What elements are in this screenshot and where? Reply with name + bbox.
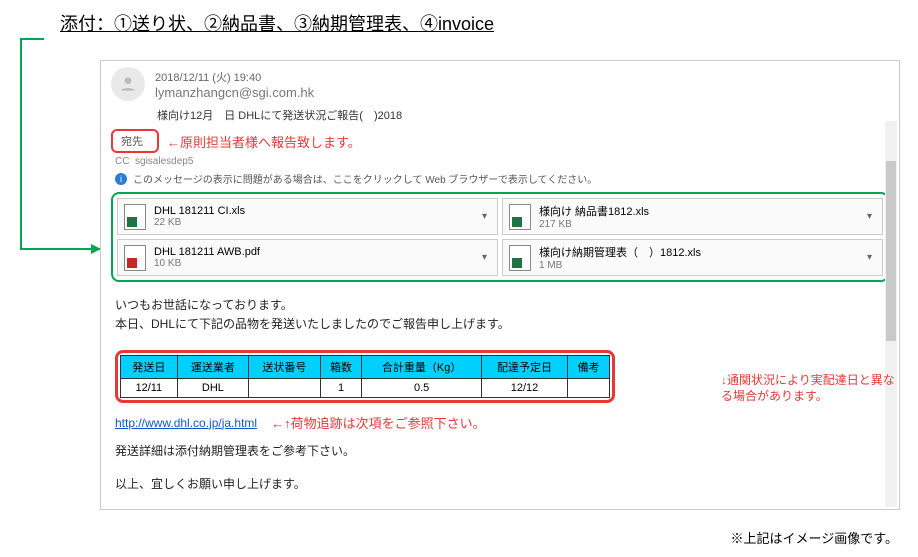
th-waybill: 送状番号 bbox=[249, 356, 321, 379]
attachment-item[interactable]: 様向け納期管理表（ ）1812.xls 1 MB ▾ bbox=[502, 239, 883, 276]
file-name: DHL 181211 CI.xls bbox=[154, 205, 470, 217]
attachment-item[interactable]: 様向け 納品書1812.xls 217 KB ▾ bbox=[502, 198, 883, 235]
td-sendDate: 12/11 bbox=[121, 379, 178, 398]
email-preview: 2018/12/11 (火) 19:40 lymanzhangcn@sgi.co… bbox=[100, 60, 900, 510]
file-size: 10 KB bbox=[154, 258, 470, 269]
file-size: 1 MB bbox=[539, 260, 855, 271]
body-line: 発送詳細は添付納期管理表をご参考下さい。 bbox=[115, 442, 885, 459]
email-from: lymanzhangcn@sgi.com.hk bbox=[155, 85, 314, 100]
td-boxes: 1 bbox=[320, 379, 362, 398]
td-waybill bbox=[249, 379, 321, 398]
file-size: 217 KB bbox=[539, 219, 855, 230]
td-weight: 0.5 bbox=[362, 379, 481, 398]
to-field: 宛先 bbox=[111, 129, 159, 153]
bracket-decor bbox=[20, 38, 22, 250]
excel-icon bbox=[124, 204, 146, 230]
attachment-item[interactable]: DHL 181211 CI.xls 22 KB ▾ bbox=[117, 198, 498, 235]
chevron-down-icon[interactable]: ▾ bbox=[863, 211, 876, 222]
arrow-decor bbox=[20, 248, 100, 250]
body-line: 本日、DHLにて下記の品物を発送いたしましたのでご報告申し上げます。 bbox=[115, 315, 885, 332]
td-carrier: DHL bbox=[177, 379, 249, 398]
info-icon: i bbox=[115, 173, 127, 185]
th-remark: 備考 bbox=[568, 356, 610, 379]
tracking-link[interactable]: http://www.dhl.co.jp/ja.html bbox=[115, 416, 257, 430]
th-carrier: 運送業者 bbox=[177, 356, 249, 379]
email-body: いつもお世話になっております。 本日、DHLにて下記の品物を発送いたしましたので… bbox=[101, 290, 899, 340]
security-message[interactable]: i このメッセージの表示に問題がある場合は、ここをクリックして Web ブラウザ… bbox=[101, 169, 899, 190]
avatar bbox=[111, 67, 145, 101]
table-header-row: 発送日 運送業者 送状番号 箱数 合計重量（Kg） 配達予定日 備考 bbox=[121, 356, 610, 379]
attachment-item[interactable]: DHL 181211 AWB.pdf 10 KB ▾ bbox=[117, 239, 498, 276]
body-line: いつもお世話になっております。 bbox=[115, 296, 885, 313]
chevron-down-icon[interactable]: ▾ bbox=[478, 252, 491, 263]
pdf-icon bbox=[124, 245, 146, 271]
excel-icon bbox=[509, 204, 531, 230]
attachments-container: DHL 181211 CI.xls 22 KB ▾ 様向け 納品書1812.xl… bbox=[111, 192, 889, 282]
bracket-decor bbox=[20, 38, 44, 40]
td-eta: 12/12 bbox=[481, 379, 567, 398]
body-annotation: ↓通関状況により実配達日と異なる場合があります。 bbox=[721, 373, 899, 404]
th-eta: 配達予定日 bbox=[481, 356, 567, 379]
th-weight: 合計重量（Kg） bbox=[362, 356, 481, 379]
td-remark bbox=[568, 379, 610, 398]
to-annotation: ←原則担当者様へ報告致します。 bbox=[167, 132, 361, 151]
cc-field: CC sgisalesdep5 bbox=[101, 155, 899, 169]
body-line: 以上、宜しくお願い申し上げます。 bbox=[115, 475, 885, 492]
table-row: 12/11 DHL 1 0.5 12/12 bbox=[121, 379, 610, 398]
tracking-annotation: ←↑荷物追跡は次項をご参照下さい。 bbox=[271, 413, 486, 432]
cc-label: CC bbox=[115, 156, 129, 167]
th-sendDate: 発送日 bbox=[121, 356, 178, 379]
email-datetime: 2018/12/11 (火) 19:40 bbox=[155, 69, 314, 85]
file-size: 22 KB bbox=[154, 217, 470, 228]
cc-value: sgisalesdep5 bbox=[135, 156, 193, 167]
th-boxes: 箱数 bbox=[320, 356, 362, 379]
shipping-table: 発送日 運送業者 送状番号 箱数 合計重量（Kg） 配達予定日 備考 12/11… bbox=[120, 355, 610, 398]
shipping-table-container: 発送日 運送業者 送状番号 箱数 合計重量（Kg） 配達予定日 備考 12/11… bbox=[115, 350, 615, 403]
footer-annotation: ※上記はイメージ画像です。 bbox=[731, 528, 898, 547]
file-name: 様向け 納品書1812.xls bbox=[539, 203, 855, 219]
scrollbar-thumb[interactable] bbox=[886, 161, 896, 341]
file-name: 様向け納期管理表（ ）1812.xls bbox=[539, 244, 855, 260]
security-text: このメッセージの表示に問題がある場合は、ここをクリックして Web ブラウザーで… bbox=[133, 171, 597, 186]
chevron-down-icon[interactable]: ▾ bbox=[863, 252, 876, 263]
page-title: 添付：①送り状、②納品書、③納期管理表、④invoice bbox=[60, 10, 494, 36]
chevron-down-icon[interactable]: ▾ bbox=[478, 211, 491, 222]
file-name: DHL 181211 AWB.pdf bbox=[154, 246, 470, 258]
excel-icon bbox=[509, 245, 531, 271]
email-subject: 様向け12月 日 DHLにて発送状況ご報告( )2018 bbox=[101, 105, 899, 127]
